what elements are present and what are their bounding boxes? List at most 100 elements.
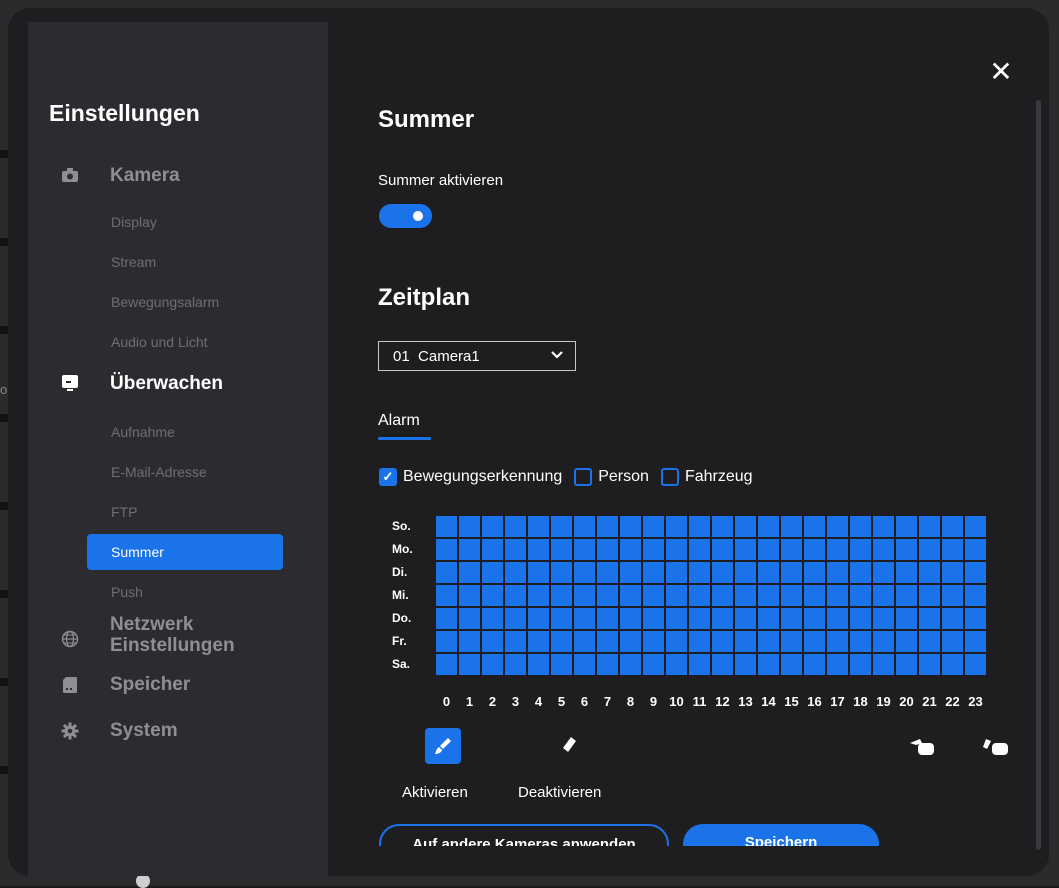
schedule-cell[interactable] bbox=[896, 562, 917, 583]
schedule-cell[interactable] bbox=[965, 631, 986, 652]
schedule-cell[interactable] bbox=[827, 539, 848, 560]
schedule-cell[interactable] bbox=[574, 539, 595, 560]
schedule-cell[interactable] bbox=[551, 516, 572, 537]
schedule-cell[interactable] bbox=[597, 539, 618, 560]
schedule-cell[interactable] bbox=[804, 654, 825, 675]
schedule-cell[interactable] bbox=[919, 631, 940, 652]
schedule-cell[interactable] bbox=[620, 608, 641, 629]
schedule-cell[interactable] bbox=[574, 516, 595, 537]
schedule-cell[interactable] bbox=[758, 516, 779, 537]
checkbox-person[interactable] bbox=[574, 468, 593, 486]
schedule-cell[interactable] bbox=[505, 516, 526, 537]
schedule-cell[interactable] bbox=[804, 631, 825, 652]
schedule-cell[interactable] bbox=[919, 654, 940, 675]
schedule-cell[interactable] bbox=[873, 539, 894, 560]
buzzer-toggle[interactable] bbox=[379, 204, 432, 228]
schedule-cell[interactable] bbox=[574, 654, 595, 675]
schedule-cell[interactable] bbox=[712, 516, 733, 537]
schedule-cell[interactable] bbox=[827, 631, 848, 652]
schedule-cell[interactable] bbox=[436, 585, 457, 606]
schedule-cell[interactable] bbox=[712, 539, 733, 560]
schedule-cell[interactable] bbox=[919, 562, 940, 583]
schedule-cell[interactable] bbox=[551, 608, 572, 629]
schedule-cell[interactable] bbox=[804, 608, 825, 629]
apply-to-other-cameras-button[interactable]: Auf andere Kameras anwenden bbox=[379, 824, 669, 846]
schedule-cell[interactable] bbox=[666, 654, 687, 675]
schedule-cell[interactable] bbox=[781, 539, 802, 560]
schedule-cell[interactable] bbox=[643, 539, 664, 560]
schedule-cell[interactable] bbox=[597, 631, 618, 652]
schedule-cell[interactable] bbox=[597, 562, 618, 583]
schedule-cell[interactable] bbox=[482, 631, 503, 652]
schedule-cell[interactable] bbox=[689, 654, 710, 675]
schedule-cell[interactable] bbox=[574, 631, 595, 652]
schedule-cell[interactable] bbox=[781, 631, 802, 652]
schedule-cell[interactable] bbox=[436, 562, 457, 583]
schedule-cell[interactable] bbox=[735, 585, 756, 606]
schedule-cell[interactable] bbox=[505, 608, 526, 629]
schedule-cell[interactable] bbox=[597, 516, 618, 537]
schedule-cell[interactable] bbox=[459, 585, 480, 606]
save-button[interactable]: Speichern bbox=[683, 824, 879, 846]
schedule-cell[interactable] bbox=[827, 562, 848, 583]
schedule-cell[interactable] bbox=[965, 539, 986, 560]
schedule-cell[interactable] bbox=[965, 516, 986, 537]
sidebar-section-system[interactable]: System bbox=[110, 720, 178, 741]
schedule-cell[interactable] bbox=[482, 608, 503, 629]
schedule-cell[interactable] bbox=[712, 585, 733, 606]
schedule-cell[interactable] bbox=[482, 562, 503, 583]
schedule-cell[interactable] bbox=[482, 516, 503, 537]
schedule-cell[interactable] bbox=[436, 608, 457, 629]
sidebar-item-bewegungsalarm[interactable]: Bewegungsalarm bbox=[111, 294, 219, 310]
schedule-cell[interactable] bbox=[919, 585, 940, 606]
schedule-cell[interactable] bbox=[850, 585, 871, 606]
schedule-cell[interactable] bbox=[735, 516, 756, 537]
schedule-cell[interactable] bbox=[574, 585, 595, 606]
schedule-cell[interactable] bbox=[528, 631, 549, 652]
schedule-cell[interactable] bbox=[505, 585, 526, 606]
schedule-cell[interactable] bbox=[873, 608, 894, 629]
schedule-cell[interactable] bbox=[873, 516, 894, 537]
eraser-icon[interactable] bbox=[554, 730, 584, 760]
schedule-cell[interactable] bbox=[689, 562, 710, 583]
schedule-cell[interactable] bbox=[896, 654, 917, 675]
schedule-cell[interactable] bbox=[505, 562, 526, 583]
schedule-cell[interactable] bbox=[965, 654, 986, 675]
schedule-cell[interactable] bbox=[551, 585, 572, 606]
schedule-cell[interactable] bbox=[735, 608, 756, 629]
schedule-cell[interactable] bbox=[850, 562, 871, 583]
schedule-cell[interactable] bbox=[574, 562, 595, 583]
schedule-cell[interactable] bbox=[551, 562, 572, 583]
schedule-cell[interactable] bbox=[804, 539, 825, 560]
schedule-cell[interactable] bbox=[781, 585, 802, 606]
schedule-cell[interactable] bbox=[735, 562, 756, 583]
schedule-cell[interactable] bbox=[620, 585, 641, 606]
schedule-cell[interactable] bbox=[896, 585, 917, 606]
schedule-cell[interactable] bbox=[781, 516, 802, 537]
schedule-cell[interactable] bbox=[873, 654, 894, 675]
schedule-cell[interactable] bbox=[597, 608, 618, 629]
schedule-cell[interactable] bbox=[781, 608, 802, 629]
schedule-cell[interactable] bbox=[505, 539, 526, 560]
schedule-cell[interactable] bbox=[643, 608, 664, 629]
schedule-cell[interactable] bbox=[712, 654, 733, 675]
schedule-cell[interactable] bbox=[459, 631, 480, 652]
hand-select-icon[interactable] bbox=[904, 732, 940, 762]
schedule-cell[interactable] bbox=[919, 539, 940, 560]
schedule-grid[interactable] bbox=[436, 516, 986, 675]
sidebar-section-netzwerk[interactable]: Netzwerk Einstellungen bbox=[110, 614, 235, 656]
brush-icon[interactable] bbox=[425, 728, 461, 764]
schedule-cell[interactable] bbox=[804, 516, 825, 537]
sidebar-item-email[interactable]: E-Mail-Adresse bbox=[111, 464, 207, 480]
schedule-cell[interactable] bbox=[758, 585, 779, 606]
schedule-cell[interactable] bbox=[574, 608, 595, 629]
sidebar-item-summer[interactable]: Summer bbox=[87, 534, 283, 570]
schedule-cell[interactable] bbox=[643, 516, 664, 537]
schedule-cell[interactable] bbox=[712, 608, 733, 629]
schedule-cell[interactable] bbox=[758, 608, 779, 629]
checkbox-fahrzeug[interactable] bbox=[660, 468, 679, 486]
schedule-cell[interactable] bbox=[482, 585, 503, 606]
schedule-cell[interactable] bbox=[459, 516, 480, 537]
schedule-cell[interactable] bbox=[735, 631, 756, 652]
schedule-cell[interactable] bbox=[643, 631, 664, 652]
